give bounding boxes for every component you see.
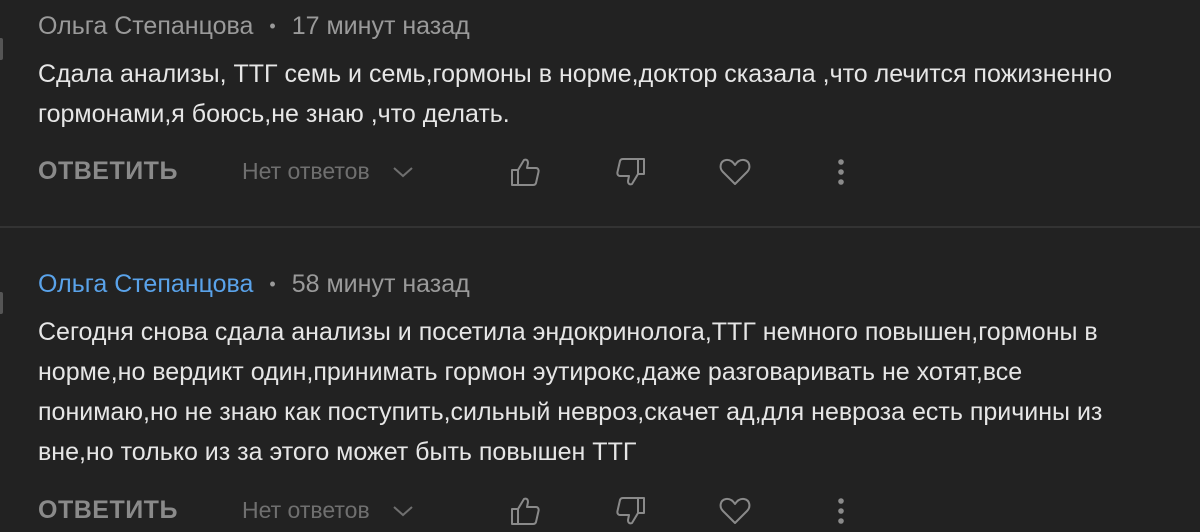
chevron-down-icon — [392, 151, 414, 191]
reply-button[interactable]: ОТВЕТИТЬ — [38, 151, 178, 191]
comment-meta: Ольга Степанцова • 17 минут назад — [38, 8, 470, 44]
heart-icon[interactable] — [718, 494, 752, 528]
comment-actions: ОТВЕТИТЬ Нет ответов — [38, 151, 858, 191]
thread-edge-marker — [0, 292, 3, 314]
replies-toggle[interactable]: Нет ответов — [242, 151, 414, 191]
comment-actions: ОТВЕТИТЬ Нет ответов — [38, 490, 858, 530]
reply-button[interactable]: ОТВЕТИТЬ — [38, 490, 178, 530]
replies-toggle[interactable]: Нет ответов — [242, 490, 414, 530]
comment-timestamp: 17 минут назад — [291, 11, 470, 40]
replies-label: Нет ответов — [242, 158, 370, 184]
thumbs-down-icon[interactable] — [614, 494, 648, 528]
heart-icon[interactable] — [718, 155, 752, 189]
thumbs-up-icon[interactable] — [508, 494, 542, 528]
meta-separator: • — [269, 273, 276, 294]
comment-author[interactable]: Ольга Степанцова — [38, 270, 253, 299]
comment-author[interactable]: Ольга Степанцова — [38, 12, 253, 41]
comment-meta: Ольга Степанцова • 58 минут назад — [38, 266, 470, 302]
comment-item: Ольга Степанцова • 17 минут назад Сдала … — [0, 0, 1200, 226]
replies-label: Нет ответов — [242, 497, 370, 523]
thread-edge-marker — [0, 38, 3, 60]
meta-separator: • — [269, 15, 276, 36]
comment-text: Сдала анализы, ТТГ семь и семь,гормоны в… — [38, 60, 1112, 128]
thumbs-down-icon[interactable] — [614, 155, 648, 189]
comment-feed: Ольга Степанцова • 17 минут назад Сдала … — [0, 0, 1200, 532]
more-vert-icon[interactable] — [824, 155, 858, 189]
comment-item: Ольга Степанцова • 58 минут назад Сегодн… — [0, 226, 1200, 532]
thumbs-up-icon[interactable] — [508, 155, 542, 189]
comment-timestamp: 58 минут назад — [291, 269, 470, 298]
comment-text: Сегодня снова сдала анализы и посетила э… — [38, 318, 1103, 466]
chevron-down-icon — [392, 490, 414, 530]
more-vert-icon[interactable] — [824, 494, 858, 528]
